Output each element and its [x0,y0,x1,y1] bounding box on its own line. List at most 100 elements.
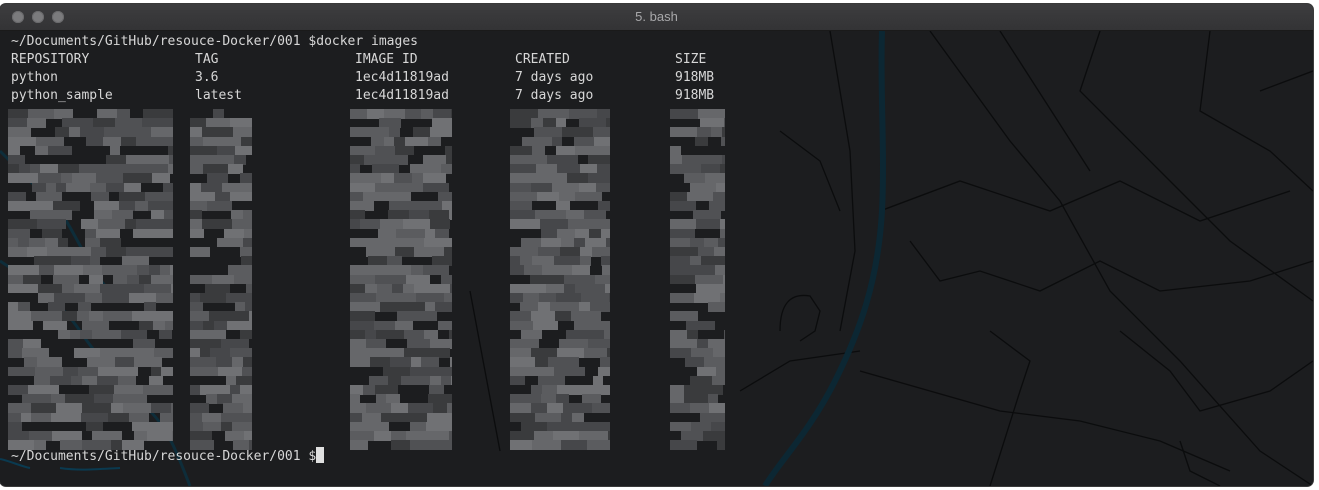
redacted-pixel [510,440,532,450]
row-2-created: 7 days ago [515,88,594,103]
redacted-pixel [510,265,524,276]
redacted-pixel [682,440,697,450]
redacted-pixel [35,145,48,156]
redacted-pixel [592,403,610,414]
text-cursor [316,447,325,463]
redacted-pixel [575,191,591,202]
redacted-pixel [532,440,561,450]
redacted-pixel [8,247,27,257]
row-2-size: 918MB [675,88,715,103]
terminal-content[interactable]: ~/Documents/GitHub/resouce-Docker/001 $d… [0,31,1313,486]
redacted-pixel [670,293,694,303]
row-1-created: 7 days ago [515,70,594,85]
title-bar[interactable]: 5. bash [0,4,1313,31]
row-1-repository: python [11,70,58,85]
redacted-pixel [51,412,81,423]
redacted-pixel [80,329,92,340]
redacted-pixel [190,228,204,239]
redacted-pixel [374,431,391,441]
redacted-pixel [31,412,51,423]
redacted-pixel [161,228,173,239]
redacted-pixel [436,440,448,450]
row-1-image-id: 1ec4d11819ad [355,70,449,85]
redacted-pixel [670,274,695,285]
redacted-pixel [200,293,226,303]
prompt-text: ~/Documents/GitHub/resouce-Docker/001 $ [11,449,317,464]
redacted-pixel [86,136,103,147]
redacted-pixel [8,201,23,211]
redacted-pixel [428,136,441,147]
redacted-pixel [58,329,70,340]
redacted-pixel [230,191,252,202]
redacted-pixel [143,385,173,395]
command-line: ~/Documents/GitHub/resouce-Docker/001 $d… [11,34,418,49]
redacted-pixel [401,375,430,386]
redacted-pixel [190,164,203,174]
row-2-image-id: 1ec4d11819ad [355,88,449,103]
redacted-pixel [190,366,218,377]
redacted-pixel [670,127,697,138]
redacted-pixel [66,182,90,193]
redacted-pixel [164,348,173,358]
redacted-pixel [8,320,33,331]
redacted-pixel [405,109,421,119]
header-image-id: IMAGE ID [355,52,418,67]
header-repository: REPOSITORY [11,52,90,67]
window-title: 5. bash [635,9,678,24]
prompt-line[interactable]: ~/Documents/GitHub/resouce-Docker/001 $ [11,447,325,466]
redacted-pixel [350,357,370,368]
redacted-pixel [121,136,136,147]
redacted-pixel [147,431,172,441]
redacted-pixel [380,302,394,312]
redacted-pixel [159,329,172,340]
redacted-pixel [603,302,610,312]
redacted-pixel [670,403,690,414]
redacted-pixel [172,431,173,441]
redacted-pixel [102,293,129,303]
terminal-window: 5. bash ~/Documents/GitHub/resouce-Docke… [0,4,1313,486]
redacted-pixel [410,440,436,450]
redacted-pixel [8,366,35,377]
redacted-pixel [670,440,682,450]
redacted-pixel [708,302,725,312]
redacted-pixel [670,109,698,119]
redacted-pixel [451,375,452,386]
redacted-pixel [190,385,200,395]
redacted-pixel [717,440,725,450]
redacted-pixel [207,201,232,211]
row-1-size: 918MB [675,70,715,85]
header-size: SIZE [675,52,707,67]
redacted-pixel [153,136,164,147]
redacted-pixel [156,293,173,303]
header-tag: TAG [195,52,219,67]
redacted-pixel [133,228,161,239]
redacted-pixel [391,440,410,450]
redacted-pixel [146,247,173,257]
redacted-pixel [135,201,148,211]
redacted-pixel [510,375,525,386]
redacted-pixel [8,283,38,294]
redacted-pixel [584,348,596,358]
redacted-pixel [510,219,540,230]
redacted-pixel [70,329,80,340]
redacted-pixel [435,302,452,312]
redacted-pixel [696,219,720,230]
redacted-pixel [561,440,587,450]
redacted-pixel [587,440,610,450]
redacted-pixel [39,265,54,276]
redacted-pixel [71,375,82,386]
redacted-pixel [350,109,367,119]
redacted-pixel [136,136,153,147]
redacted-pixel [350,440,368,450]
header-created: CREATED [515,52,570,67]
redacted-pixel [448,440,452,450]
row-2-repository: python_sample [11,88,113,103]
redacted-pixel [92,329,121,340]
redacted-pixel [8,348,22,358]
redacted-pixel [108,412,129,423]
redacted-pixel [21,412,31,423]
redacted-pixel [721,136,725,147]
redacted-pixel [190,247,210,257]
redacted-pixel [360,219,380,230]
redacted-pixel [695,136,708,147]
